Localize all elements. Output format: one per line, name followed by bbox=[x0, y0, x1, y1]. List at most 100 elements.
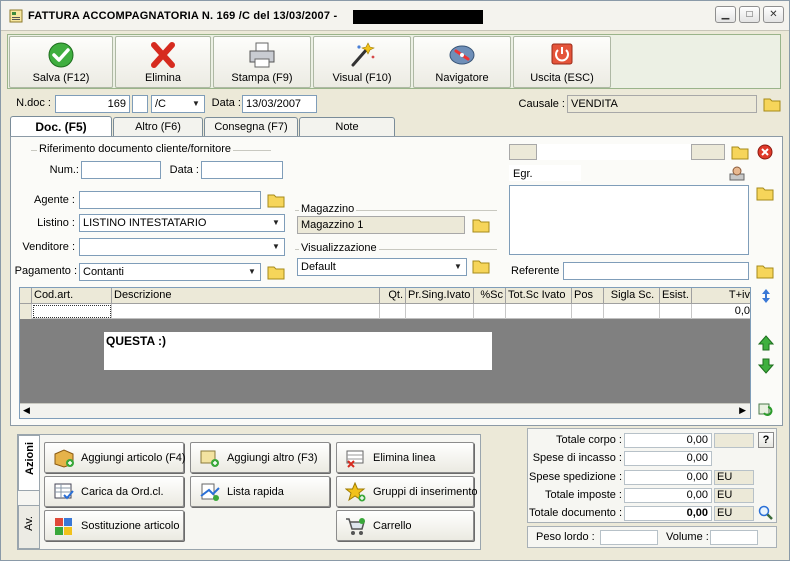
volume-field[interactable] bbox=[710, 530, 758, 545]
peso-lordo-field[interactable] bbox=[600, 530, 658, 545]
magazzino-field[interactable]: Magazzino 1 bbox=[297, 216, 465, 234]
cell-pos[interactable] bbox=[572, 304, 604, 319]
volume-label: Volume : bbox=[666, 531, 709, 543]
help-button[interactable]: ? bbox=[758, 432, 774, 448]
cell-sc[interactable] bbox=[474, 304, 506, 319]
move-down-arrow-icon[interactable] bbox=[758, 358, 774, 374]
causale-field[interactable]: VENDITA bbox=[567, 95, 757, 113]
maximize-button[interactable]: □ bbox=[739, 6, 760, 23]
customer-address-area[interactable] bbox=[509, 185, 749, 255]
sort-updown-icon[interactable] bbox=[758, 288, 774, 304]
delete-button[interactable]: Elimina bbox=[115, 36, 211, 88]
tab-azioni[interactable]: Azioni bbox=[18, 435, 40, 491]
pagamento-select[interactable]: Contanti ▼ bbox=[79, 263, 261, 281]
quick-list-button[interactable]: Lista rapida bbox=[190, 476, 330, 507]
tab-azioni-label: Azioni bbox=[23, 442, 36, 475]
listino-select[interactable]: LISTINO INTESTATARIO ▼ bbox=[79, 214, 285, 232]
visual-button[interactable]: Visual (F10) bbox=[313, 36, 411, 88]
tab-av[interactable]: Av. bbox=[18, 505, 40, 549]
load-order-button[interactable]: Carica da Ord.cl. bbox=[44, 476, 184, 507]
add-article-button[interactable]: Aggiungi articolo (F4) bbox=[44, 442, 186, 473]
cell-esist[interactable] bbox=[660, 304, 692, 319]
scroll-left-icon[interactable]: ◀ bbox=[23, 405, 30, 416]
exit-button[interactable]: Uscita (ESC) bbox=[513, 36, 611, 88]
customer-code-field[interactable] bbox=[509, 144, 537, 160]
customer-folder-icon[interactable] bbox=[731, 144, 749, 160]
insert-groups-icon bbox=[345, 482, 366, 502]
agente-folder-icon[interactable] bbox=[267, 192, 285, 208]
col-pos[interactable]: Pos bbox=[572, 288, 604, 304]
visualizzazione-folder-icon[interactable] bbox=[472, 258, 490, 274]
col-esist[interactable]: Esist. bbox=[660, 288, 692, 304]
causale-label: Causale : bbox=[518, 98, 565, 110]
referente-field[interactable] bbox=[563, 262, 749, 280]
cell-price[interactable] bbox=[406, 304, 474, 319]
clear-customer-icon[interactable] bbox=[757, 144, 773, 160]
num-field[interactable] bbox=[81, 161, 161, 179]
save-button[interactable]: Salva (F12) bbox=[9, 36, 113, 88]
listino-label: Listino : bbox=[37, 217, 75, 229]
load-order-label: Carica da Ord.cl. bbox=[81, 486, 164, 498]
actions-panel: Azioni Av. Aggiungi articolo (F4) Aggiun… bbox=[17, 434, 481, 550]
delete-line-button[interactable]: Elimina linea bbox=[336, 442, 474, 473]
venditore-select[interactable]: ▼ bbox=[79, 238, 285, 256]
tab-note[interactable]: Note bbox=[299, 117, 395, 136]
print-button[interactable]: Stampa (F9) bbox=[213, 36, 311, 88]
cell-descrizione[interactable] bbox=[112, 304, 380, 319]
chevron-down-icon: ▼ bbox=[272, 242, 280, 251]
save-button-label: Salva (F12) bbox=[32, 72, 90, 84]
customer-name-field[interactable] bbox=[537, 144, 691, 160]
cell-sigla-sc[interactable] bbox=[604, 304, 660, 319]
grid-horizontal-scrollbar[interactable]: ◀ ▶ bbox=[20, 403, 750, 418]
magazzino-group-title: Magazzino bbox=[299, 203, 357, 215]
cell-qt[interactable] bbox=[380, 304, 406, 319]
visualizzazione-group-title: Visualizzazione bbox=[299, 242, 379, 254]
salutation-field[interactable]: Egr. bbox=[509, 165, 581, 181]
col-qt[interactable]: Qt. bbox=[380, 288, 406, 304]
print-button-label: Stampa (F9) bbox=[231, 72, 293, 84]
ndoc-field[interactable]: 169 bbox=[55, 95, 130, 113]
insert-groups-button[interactable]: Gruppi di inserimento bbox=[336, 476, 478, 507]
rif-date-field[interactable] bbox=[201, 161, 283, 179]
cell-tot-sc[interactable] bbox=[506, 304, 572, 319]
refresh-grid-icon[interactable] bbox=[758, 401, 774, 417]
cart-button[interactable]: Carrello bbox=[336, 510, 474, 541]
col-total-iva[interactable]: T+iv bbox=[692, 288, 750, 304]
col-cod-art[interactable]: Cod.art. bbox=[32, 288, 112, 304]
col-descrizione[interactable]: Descrizione bbox=[112, 288, 380, 304]
referente-folder-icon[interactable] bbox=[756, 263, 774, 279]
col-sc[interactable]: %Sc bbox=[474, 288, 506, 304]
zoom-totals-icon[interactable] bbox=[758, 505, 774, 521]
tab-doc[interactable]: Doc. (F5) bbox=[10, 116, 112, 137]
col-pr-sing-ivato[interactable]: Pr.Sing.Ivato bbox=[406, 288, 474, 304]
tab-altro[interactable]: Altro (F6) bbox=[113, 117, 203, 136]
navigator-button[interactable]: Navigatore bbox=[413, 36, 511, 88]
move-up-arrow-icon[interactable] bbox=[758, 335, 774, 351]
pagamento-folder-icon[interactable] bbox=[267, 264, 285, 280]
causale-folder-icon[interactable] bbox=[763, 96, 781, 112]
customer-extra-field[interactable] bbox=[691, 144, 725, 160]
grid-header-indicator bbox=[20, 288, 32, 304]
col-tot-sc-ivato[interactable]: Tot.Sc Ivato bbox=[506, 288, 572, 304]
cell-cod-art[interactable] bbox=[32, 304, 112, 319]
items-grid[interactable]: Cod.art. Descrizione Qt. Pr.Sing.Ivato %… bbox=[19, 287, 751, 419]
ndoc-extra-field[interactable] bbox=[132, 95, 148, 113]
minimize-button[interactable]: ▁ bbox=[715, 6, 736, 23]
cell-total[interactable]: 0,0 bbox=[692, 304, 750, 319]
col-sigla-sc[interactable]: Sigla Sc. bbox=[604, 288, 660, 304]
scroll-right-icon[interactable]: ▶ bbox=[739, 405, 746, 416]
magazzino-folder-icon[interactable] bbox=[472, 217, 490, 233]
add-other-button[interactable]: Aggiungi altro (F3) bbox=[190, 442, 330, 473]
close-window-button[interactable]: ✕ bbox=[763, 6, 784, 23]
tab-consegna[interactable]: Consegna (F7) bbox=[204, 117, 298, 136]
series-select[interactable]: /C ▼ bbox=[151, 95, 205, 113]
address-folder-icon[interactable] bbox=[756, 185, 774, 201]
chevron-down-icon: ▼ bbox=[192, 99, 200, 108]
contact-card-icon[interactable] bbox=[729, 165, 745, 181]
delete-line-icon bbox=[346, 450, 364, 468]
replace-article-button[interactable]: Sostituzione articolo bbox=[44, 510, 184, 541]
agente-field[interactable] bbox=[79, 191, 261, 209]
date-field[interactable]: 13/03/2007 bbox=[242, 95, 317, 113]
visualizzazione-select[interactable]: Default ▼ bbox=[297, 258, 467, 276]
table-row[interactable]: 0,0 bbox=[20, 304, 750, 319]
